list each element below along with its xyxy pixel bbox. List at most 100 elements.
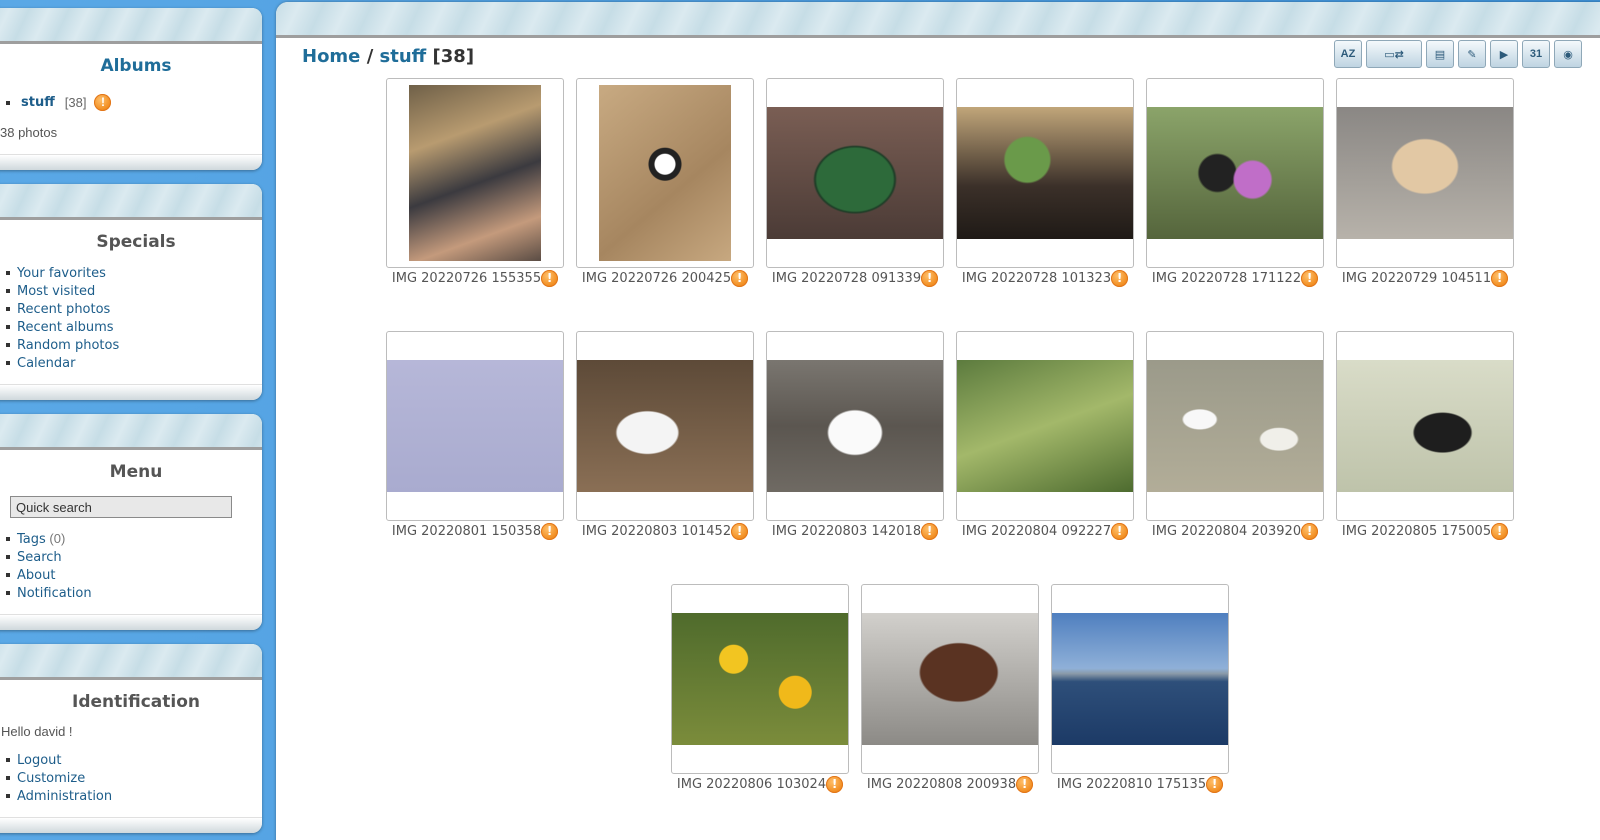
thumbnail[interactable]: IMG 20220729 104511! [1336,78,1514,287]
content-header [276,2,1600,38]
thumbnail[interactable]: IMG 20220728 101323! [956,78,1134,287]
link-about[interactable]: About [17,568,55,583]
identification-item-logout: Logout [4,751,262,769]
link-your-favorites[interactable]: Your favorites [17,266,106,281]
info-icon[interactable]: ! [1301,270,1319,287]
breadcrumb-home[interactable]: Home [302,46,360,67]
link-administration[interactable]: Administration [17,789,112,804]
thumbnail[interactable]: IMG 20220804 203920! [1146,331,1324,540]
photo-caterpillar[interactable] [957,360,1133,492]
photo-kitchen[interactable] [409,85,541,261]
info-icon[interactable]: ! [1206,776,1224,793]
thumbnail-frame[interactable] [861,584,1039,774]
link-recent-albums[interactable]: Recent albums [17,320,114,335]
photo-dog-on-sand[interactable] [599,85,731,261]
link-calendar[interactable]: Calendar [17,356,75,371]
thumbnail[interactable]: IMG 20220726 155355! [386,78,564,287]
albums-title: Albums [100,56,172,76]
calendar-icon[interactable]: 31 [1522,40,1550,68]
thumbnail-frame[interactable] [1336,331,1514,521]
specials-item-recent-albums: Recent albums [4,318,262,336]
link-search[interactable]: Search [17,550,62,565]
slideshow-icon[interactable]: ▤ [1426,40,1454,68]
info-icon[interactable]: ! [94,94,112,111]
quick-search-input[interactable] [10,496,232,518]
info-icon[interactable]: ! [731,523,749,540]
photo-sky[interactable] [387,360,563,492]
thumbnail-frame[interactable] [1146,78,1324,268]
thumbnail[interactable]: IMG 20220801 150358! [386,331,564,540]
play-icon[interactable]: ▶ [1490,40,1518,68]
thumbnail-frame[interactable] [766,78,944,268]
photo-two-dogs[interactable] [1147,360,1323,492]
photo-steak[interactable] [862,613,1038,745]
link-tags[interactable]: Tags [17,532,46,547]
thumbnail[interactable]: IMG 20220728 171122! [1146,78,1324,287]
info-icon[interactable]: ! [731,270,749,287]
thumbnail-frame[interactable] [671,584,849,774]
photo-waterfront[interactable] [1052,613,1228,745]
thumbnail[interactable]: IMG 20220805 175005! [1336,331,1514,540]
thumbnail[interactable]: IMG 20220804 092227! [956,331,1134,540]
info-icon[interactable]: ! [826,776,844,793]
info-icon[interactable]: ! [1491,523,1509,540]
thumbnail-frame[interactable] [1336,78,1514,268]
thumbnail-frame[interactable] [386,78,564,268]
photo-crab-claw[interactable] [1337,107,1513,239]
info-icon[interactable]: ! [1491,270,1509,287]
thumbnail-frame[interactable] [956,331,1134,521]
info-icon[interactable]: ! [921,523,939,540]
info-icon[interactable]: ! [1111,270,1129,287]
link-random-photos[interactable]: Random photos [17,338,119,353]
thumbnail[interactable]: IMG 20220806 103024! [671,584,849,793]
photo-dog-water[interactable] [767,360,943,492]
photo-beetles[interactable] [1337,360,1513,492]
photo-dog-leaves[interactable] [577,360,753,492]
menu-block-header [0,414,262,450]
thumbnail[interactable]: IMG 20220728 091339! [766,78,944,287]
link-recent-photos[interactable]: Recent photos [17,302,110,317]
info-icon[interactable]: ! [541,270,559,287]
specials-block-header [0,184,262,220]
display-mode-icon[interactable]: ▭⇄ [1366,40,1422,68]
info-icon[interactable]: ! [1301,523,1319,540]
thumbnail-frame[interactable] [386,331,564,521]
link-most-visited[interactable]: Most visited [17,284,95,299]
breadcrumb-album[interactable]: stuff [380,46,427,67]
link-customize[interactable]: Customize [17,771,85,786]
thumbnail-frame[interactable] [1051,584,1229,774]
albums-block: Albums stuff [38] ! 38 photos [0,8,262,170]
album-link-stuff[interactable]: stuff [21,95,55,110]
thumbnail-frame[interactable] [576,78,754,268]
info-icon[interactable]: ! [541,523,559,540]
thumbnail[interactable]: IMG 20220808 200938! [861,584,1039,793]
info-icon[interactable]: ! [1111,523,1129,540]
thumbnail[interactable]: IMG 20220726 200425! [576,78,754,287]
thumbnail[interactable]: IMG 20220803 101452! [576,331,754,540]
sort-order-icon[interactable]: AZ [1334,40,1362,68]
thumbnail-frame[interactable] [1146,331,1324,521]
sidebar: Albums stuff [38] ! 38 photos Specials Y… [0,8,262,840]
photo-yellow-flowers[interactable] [672,613,848,745]
link-notification[interactable]: Notification [17,586,92,601]
thumbnail-frame[interactable] [576,331,754,521]
thumbnail-caption: IMG 20220726 200425! [576,270,754,287]
thumbnail[interactable]: IMG 20220810 175135! [1051,584,1229,793]
photo-figurine[interactable] [957,107,1133,239]
specials-list: Your favorites Most visited Recent photo… [0,264,262,372]
thumbnail-frame[interactable] [956,78,1134,268]
info-icon[interactable]: ! [1016,776,1034,793]
info-icon[interactable]: ! [921,270,939,287]
thumbnail-caption: IMG 20220804 203920! [1146,523,1324,540]
identification-block-footer [0,817,262,833]
link-logout[interactable]: Logout [17,753,62,768]
thumbnail-frame[interactable] [766,331,944,521]
thumbnail[interactable]: IMG 20220803 142018! [766,331,944,540]
edit-icon[interactable]: ✎ [1458,40,1486,68]
specials-item-favorites: Your favorites [4,264,262,282]
menu-item-search: Search [4,548,262,566]
tags-count: (0) [49,531,66,546]
photo-circuit-board[interactable] [767,107,943,239]
photo-bee-thistle[interactable] [1147,107,1323,239]
camera-icon[interactable]: ◉ [1554,40,1582,68]
